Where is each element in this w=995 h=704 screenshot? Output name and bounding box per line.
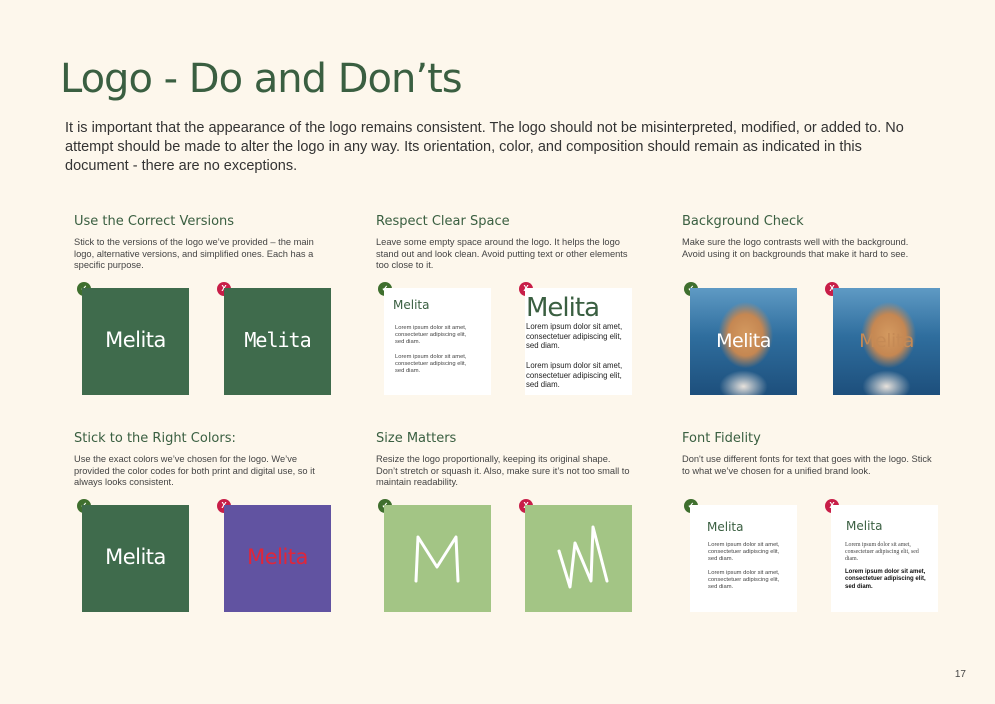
section-desc-correct-versions: Stick to the versions of the logo we’ve …: [74, 237, 314, 271]
sample-text-bold: Lorem ipsum dolor sit amet, consectetuer…: [845, 569, 926, 590]
logo-wordmark-crowded: Melita: [526, 293, 600, 323]
sample-text-2: Lorem ipsum dolor sit amet, consectetuer…: [395, 354, 467, 375]
sample-text-2: Lorem ipsum dolor sit amet, consectetuer…: [708, 570, 780, 591]
size-bad-tile: [525, 505, 632, 612]
section-desc-font-fidelity: Don't use different fonts for text that …: [682, 454, 932, 476]
logo-wordmark-small: Melita: [393, 298, 430, 312]
logo-tile-altered: Melita: [224, 288, 331, 395]
color-good-tile: Melita: [82, 505, 189, 612]
logo-wordmark: Melita: [105, 545, 166, 569]
color-bad-tile: Melita: [224, 505, 331, 612]
logo-wordmark-altered: Melita: [244, 328, 311, 352]
page-number: 17: [954, 669, 966, 680]
section-desc-clear-space: Leave some empty space around the logo. …: [376, 237, 628, 271]
logo-wordmark-low-contrast: Melita: [859, 330, 914, 352]
clear-space-good-tile: Melita Lorem ipsum dolor sit amet, conse…: [384, 288, 491, 395]
section-desc-size-matters: Resize the logo proportionally, keeping …: [376, 454, 630, 488]
sample-text-1: Lorem ipsum dolor sit amet, consectetuer…: [395, 325, 467, 346]
logo-wordmark-small: Melita: [707, 520, 744, 534]
section-title-right-colors: Stick to the Right Colors:: [74, 431, 236, 446]
page-title: Logo - Do and Don’ts: [60, 56, 463, 102]
size-good-tile: [384, 505, 491, 612]
logo-wordmark-on-photo: Melita: [716, 330, 771, 352]
sample-text-crowded-2: Lorem ipsum dolor sit amet, consectetuer…: [526, 361, 623, 389]
background-bad-tile: Melita: [833, 288, 940, 395]
section-desc-background-check: Make sure the logo contrasts well with t…: [682, 237, 909, 259]
font-bad-tile: Melita Lorem ipsum dolor sit amet, conse…: [831, 505, 938, 612]
logo-wordmark-small: Melita: [846, 519, 883, 533]
clear-space-bad-tile: Melita Lorem ipsum dolor sit amet, conse…: [525, 288, 632, 395]
logo-tile-correct: Melita: [82, 288, 189, 395]
intro-paragraph: It is important that the appearance of t…: [65, 120, 904, 174]
section-title-size-matters: Size Matters: [376, 431, 457, 446]
logo-wordmark: Melita: [105, 328, 166, 352]
sample-text-serif: Lorem ipsum dolor sit amet, consectetuer…: [845, 542, 919, 562]
font-good-tile: Melita Lorem ipsum dolor sit amet, conse…: [690, 505, 797, 612]
section-title-background-check: Background Check: [682, 214, 804, 229]
section-title-font-fidelity: Font Fidelity: [682, 431, 761, 446]
section-desc-right-colors: Use the exact colors we’ve chosen for th…: [74, 454, 315, 488]
section-title-correct-versions: Use the Correct Versions: [74, 214, 235, 229]
monogram-m-stretched: [557, 525, 609, 589]
sample-text-crowded-1: Lorem ipsum dolor sit amet, consectetuer…: [526, 322, 623, 350]
monogram-m-proportional: [414, 535, 460, 583]
sample-text-1: Lorem ipsum dolor sit amet, consectetuer…: [708, 542, 780, 563]
background-good-tile: Melita: [690, 288, 797, 395]
logo-wordmark-wrong-color: Melita: [247, 545, 308, 569]
section-title-clear-space: Respect Clear Space: [376, 214, 510, 229]
